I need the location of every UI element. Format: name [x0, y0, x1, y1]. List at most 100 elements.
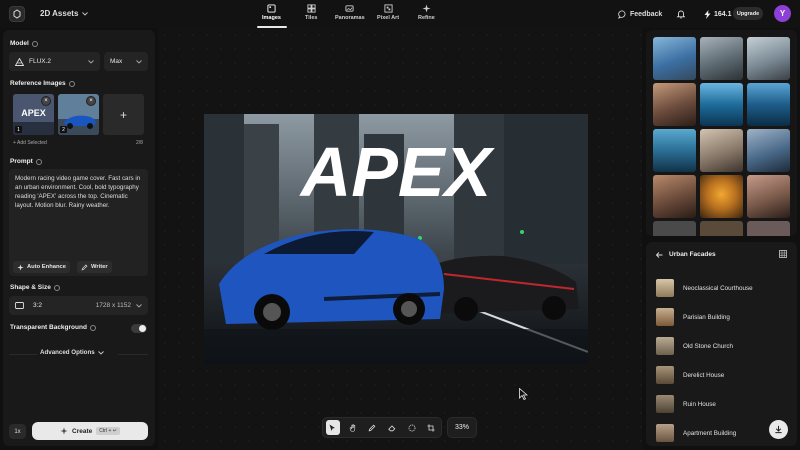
- artwork-title-text: APEX: [299, 133, 496, 211]
- image-gallery: [646, 30, 797, 236]
- hand-tool[interactable]: [346, 420, 360, 435]
- eraser-icon: [388, 424, 396, 431]
- gallery-image[interactable]: [653, 37, 696, 80]
- quality-select[interactable]: Max: [104, 52, 148, 71]
- prompt-input[interactable]: Modern racing video game cover. Fast car…: [9, 169, 148, 276]
- pen-icon: [368, 424, 376, 431]
- tab-panoramas[interactable]: Panoramas: [335, 4, 365, 21]
- model-select[interactable]: FLUX.2: [9, 52, 100, 71]
- crop-tool[interactable]: [424, 420, 438, 435]
- info-icon[interactable]: [31, 40, 38, 47]
- gallery-image[interactable]: [700, 175, 743, 218]
- bell-icon[interactable]: [676, 9, 686, 19]
- gallery-image[interactable]: [653, 175, 696, 218]
- crop-icon: [427, 423, 435, 432]
- info-icon[interactable]: [53, 284, 60, 291]
- gallery-image[interactable]: [747, 83, 790, 126]
- chevron-down-icon: [136, 303, 142, 308]
- gallery-image[interactable]: [747, 175, 790, 218]
- batch-count-button[interactable]: 1x: [9, 424, 26, 439]
- project-title: 2D Assets: [40, 9, 79, 18]
- select-tool[interactable]: [326, 420, 340, 435]
- transparent-background-label: Transparent Background: [10, 324, 96, 331]
- reference-thumb-text: APEX: [21, 108, 46, 118]
- tiles-icon: [307, 4, 316, 13]
- asset-thumbnail: [656, 366, 674, 384]
- chevron-down-icon: [97, 350, 104, 355]
- add-selected-link[interactable]: + Add Selected: [13, 140, 47, 146]
- canvas-toolbar: [322, 417, 442, 438]
- gallery-image[interactable]: [653, 83, 696, 126]
- reference-images-label: Reference Images: [10, 80, 75, 87]
- flux-logo-icon: [15, 57, 24, 66]
- gallery-image[interactable]: [700, 83, 743, 126]
- chevron-down-icon: [136, 59, 142, 64]
- sparkle-icon: [60, 427, 68, 435]
- app-logo-icon[interactable]: [9, 6, 25, 22]
- lasso-tool[interactable]: [405, 420, 419, 435]
- credits-display[interactable]: 164.1: [704, 10, 732, 19]
- sparkle-icon: [17, 263, 24, 271]
- prompt-text: Modern racing video game cover. Fast car…: [15, 175, 141, 209]
- upgrade-button[interactable]: Upgrade: [733, 7, 763, 20]
- tab-images[interactable]: Images: [262, 4, 281, 21]
- gallery-image[interactable]: [747, 221, 790, 236]
- info-icon[interactable]: [35, 158, 42, 165]
- gallery-image[interactable]: [653, 129, 696, 172]
- gallery-image[interactable]: [700, 37, 743, 80]
- download-button[interactable]: [769, 420, 788, 439]
- gallery-image[interactable]: [747, 129, 790, 172]
- dimensions-value: 1728 x 1152: [95, 302, 131, 309]
- aspect-ratio-icon: [15, 302, 24, 309]
- zoom-level[interactable]: 33%: [447, 417, 477, 438]
- divider: [9, 354, 37, 355]
- asset-item[interactable]: Old Stone Church: [656, 335, 791, 357]
- sparkle-icon: [422, 4, 431, 13]
- avatar[interactable]: Y: [774, 5, 791, 22]
- chevron-down-icon: [88, 59, 94, 64]
- select-icon: [329, 424, 336, 431]
- asset-item[interactable]: Derelict House: [656, 364, 791, 386]
- tab-pixel-art[interactable]: Pixel Art: [377, 4, 399, 21]
- project-switcher[interactable]: 2D Assets: [40, 9, 89, 18]
- gallery-image[interactable]: [747, 37, 790, 80]
- create-shortcut: Ctrl + ↵: [96, 427, 120, 435]
- writer-button[interactable]: Writer: [77, 261, 112, 273]
- gallery-image[interactable]: [700, 221, 743, 236]
- bolt-icon: [704, 10, 711, 19]
- asset-item[interactable]: Neoclassical Courthouse: [656, 277, 791, 299]
- remove-reference-2-button[interactable]: ×: [86, 96, 96, 106]
- add-reference-button[interactable]: +: [103, 94, 144, 135]
- shape-size-label: Shape & Size: [10, 284, 60, 291]
- chat-icon: [618, 10, 626, 19]
- asset-thumbnail: [656, 308, 674, 326]
- asset-item[interactable]: Ruin House: [656, 393, 791, 415]
- pixel-icon: [384, 4, 393, 13]
- advanced-options-toggle[interactable]: Advanced Options: [40, 349, 104, 356]
- pen-tool[interactable]: [365, 420, 379, 435]
- info-icon[interactable]: [68, 80, 75, 87]
- eraser-tool[interactable]: [385, 420, 399, 435]
- gallery-image[interactable]: [700, 129, 743, 172]
- mouse-cursor-icon: [519, 388, 528, 400]
- gallery-image[interactable]: [653, 221, 696, 236]
- feedback-button[interactable]: Feedback: [618, 10, 662, 19]
- back-arrow-icon[interactable]: [656, 251, 663, 258]
- transparent-background-toggle[interactable]: [131, 324, 147, 333]
- shape-size-select[interactable]: 3:2 1728 x 1152: [9, 296, 148, 315]
- tab-refine[interactable]: Refine: [418, 4, 435, 21]
- generated-artwork[interactable]: APEX: [204, 114, 588, 364]
- info-icon[interactable]: [89, 324, 96, 331]
- model-label: Model: [10, 40, 38, 47]
- asset-item[interactable]: Parisian Building: [656, 306, 791, 328]
- image-icon: [267, 4, 276, 13]
- auto-enhance-button[interactable]: Auto Enhance: [13, 261, 70, 273]
- reference-number: 2: [60, 126, 67, 133]
- hand-icon: [349, 424, 355, 432]
- tab-tiles[interactable]: Tiles: [305, 4, 317, 21]
- panorama-icon: [345, 5, 354, 12]
- create-button[interactable]: Create Ctrl + ↵: [32, 422, 148, 440]
- lasso-icon: [408, 424, 415, 431]
- grid-view-icon[interactable]: [779, 250, 787, 258]
- remove-reference-1-button[interactable]: ×: [41, 96, 51, 106]
